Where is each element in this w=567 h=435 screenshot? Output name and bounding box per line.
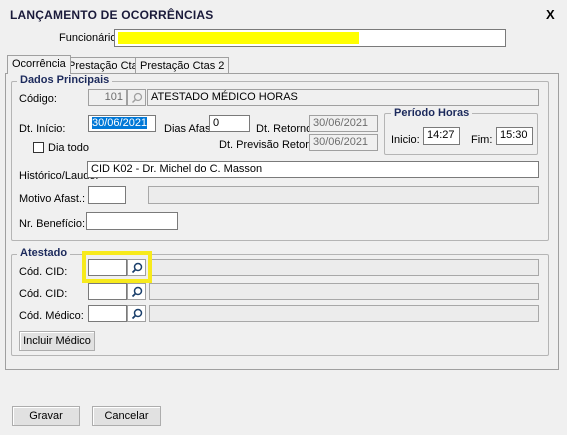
atestado-legend: Atestado — [17, 247, 71, 259]
cid-highlight-box — [82, 251, 152, 283]
cod-cid-2-label: Cód. CID: — [19, 288, 68, 300]
dt-retorno-field[interactable]: 30/06/2021 — [309, 115, 378, 132]
periodo-horas-legend: Período Horas — [391, 107, 473, 119]
cod-medico-field[interactable] — [88, 305, 127, 322]
historico-field[interactable]: CID K02 - Dr. Michel do C. Masson — [87, 161, 539, 178]
redacted-name-mark — [118, 32, 359, 44]
cod-medico-search-button[interactable] — [127, 305, 146, 322]
search-icon — [131, 286, 142, 297]
dia-todo-label: Dia todo — [48, 142, 89, 154]
motivo-afast-label: Motivo Afast.: — [19, 193, 86, 205]
dt-retorno-label: Dt. Retorno: — [256, 123, 316, 135]
dt-inicio-label: Dt. Início: — [19, 123, 66, 135]
tab-prestacao-ctas-2[interactable]: Prestação Ctas 2 — [135, 57, 230, 73]
incluir-medico-button[interactable]: Incluir Médico — [19, 331, 95, 351]
codigo-search-button[interactable] — [127, 89, 146, 106]
cancelar-button[interactable]: Cancelar — [92, 406, 161, 426]
codigo-field[interactable]: 101 — [88, 89, 127, 106]
inicio-time-field[interactable]: 14:27 — [423, 127, 460, 145]
cod-cid-2-description — [149, 283, 539, 300]
nr-beneficio-field[interactable] — [86, 212, 178, 230]
cod-cid-description — [149, 259, 539, 276]
dia-todo-checkbox[interactable] — [33, 142, 44, 153]
dados-principais-legend: Dados Principais — [17, 74, 113, 86]
cod-cid-label: Cód. CID: — [19, 266, 68, 278]
codigo-description: ATESTADO MÉDICO HORAS — [147, 89, 539, 106]
dt-inicio-value: 30/06/2021 — [92, 117, 148, 129]
cod-medico-description — [149, 305, 539, 322]
dias-afast-field[interactable]: 0 — [209, 115, 250, 132]
cod-cid-2-field[interactable] — [88, 283, 127, 300]
close-icon[interactable]: X — [546, 7, 555, 22]
nr-beneficio-label: Nr. Benefício: — [19, 218, 86, 230]
search-icon — [131, 92, 142, 103]
fim-label: Fim: — [471, 134, 493, 146]
window-title: LANÇAMENTO DE OCORRÊNCIAS — [10, 8, 214, 22]
dt-prev-retorno-field[interactable]: 30/06/2021 — [309, 134, 378, 151]
gravar-button[interactable]: Gravar — [12, 406, 80, 426]
tab-ocorrencia[interactable]: Ocorrência — [7, 55, 71, 74]
inicio-label: Inicio: — [391, 134, 420, 146]
funcionario-label: Funcionário: — [59, 32, 120, 44]
motivo-afast-description — [148, 186, 539, 204]
cod-cid-2-search-button[interactable] — [127, 283, 146, 300]
search-icon — [131, 308, 142, 319]
fim-time-field[interactable]: 15:30 — [496, 127, 533, 145]
funcionario-field[interactable] — [114, 29, 506, 47]
codigo-label: Código: — [19, 93, 57, 105]
motivo-afast-field[interactable] — [88, 186, 126, 204]
cod-medico-label: Cód. Médico: — [19, 310, 84, 322]
dt-inicio-field[interactable]: 30/06/2021 — [88, 115, 156, 132]
